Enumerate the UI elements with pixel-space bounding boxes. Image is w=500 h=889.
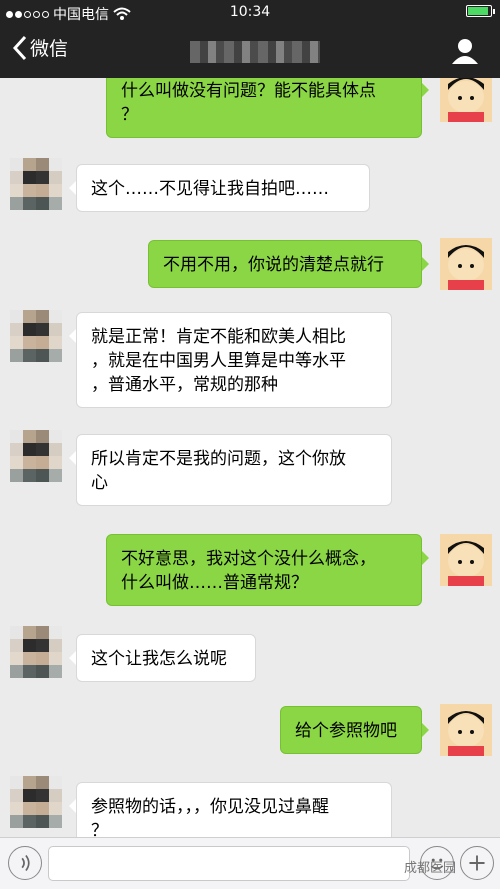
message-bubble-received[interactable]: 所以肯定不是我的问题，这个你放 心 bbox=[69, 434, 392, 506]
message-bubble-received[interactable]: 参照物的话，，，你见没见过鼻醒 ？ bbox=[69, 782, 392, 837]
voice-icon[interactable] bbox=[8, 846, 42, 880]
friend-avatar[interactable] bbox=[10, 776, 62, 828]
clock: 10:34 bbox=[229, 4, 271, 20]
person-icon[interactable] bbox=[450, 36, 480, 66]
message-bubble-sent[interactable]: 给个参照物吧 bbox=[280, 706, 429, 754]
message-bubble-received[interactable]: 这个……不见得让我自拍吧…… bbox=[69, 164, 370, 212]
friend-avatar[interactable] bbox=[10, 158, 62, 210]
friend-avatar[interactable] bbox=[10, 310, 62, 362]
my-avatar[interactable] bbox=[440, 78, 492, 122]
top-bar: 中国电信 10:34 微信 bbox=[0, 0, 500, 78]
chat-title-blurred bbox=[190, 41, 320, 63]
message-bubble-sent[interactable]: 不好意思，我对这个没什么概念， 什么叫做……普通常规？ bbox=[106, 534, 429, 606]
friend-avatar[interactable] bbox=[10, 430, 62, 482]
chevron-left-icon bbox=[12, 35, 27, 60]
back-button[interactable]: 微信 bbox=[12, 34, 68, 61]
my-avatar[interactable] bbox=[440, 704, 492, 756]
chat-area[interactable]: 什么叫做没有问题？能不能具体点 ？ 这个……不见得让我自拍吧…… 不用不用，你说… bbox=[0, 78, 500, 837]
plus-icon[interactable] bbox=[460, 846, 494, 880]
battery-icon bbox=[466, 5, 495, 17]
friend-avatar[interactable] bbox=[10, 626, 62, 678]
message-bubble-received[interactable]: 就是正常！肯定不能和欧美人相比 ，就是在中国男人里算是中等水平 ，普通水平，常规… bbox=[69, 312, 392, 408]
message-bubble-sent[interactable]: 什么叫做没有问题？能不能具体点 ？ bbox=[106, 78, 429, 138]
watermark: 成都医园 bbox=[404, 861, 457, 876]
nav-bar: 微信 bbox=[0, 26, 500, 78]
my-avatar[interactable] bbox=[440, 238, 492, 290]
my-avatar[interactable] bbox=[440, 534, 492, 586]
message-bubble-received[interactable]: 这个让我怎么说呢 bbox=[69, 634, 256, 682]
status-bar: 中国电信 10:34 bbox=[0, 0, 500, 26]
back-label: 微信 bbox=[30, 38, 69, 60]
message-bubble-sent[interactable]: 不用不用，你说的清楚点就行 bbox=[148, 240, 429, 288]
message-input[interactable] bbox=[48, 846, 410, 881]
